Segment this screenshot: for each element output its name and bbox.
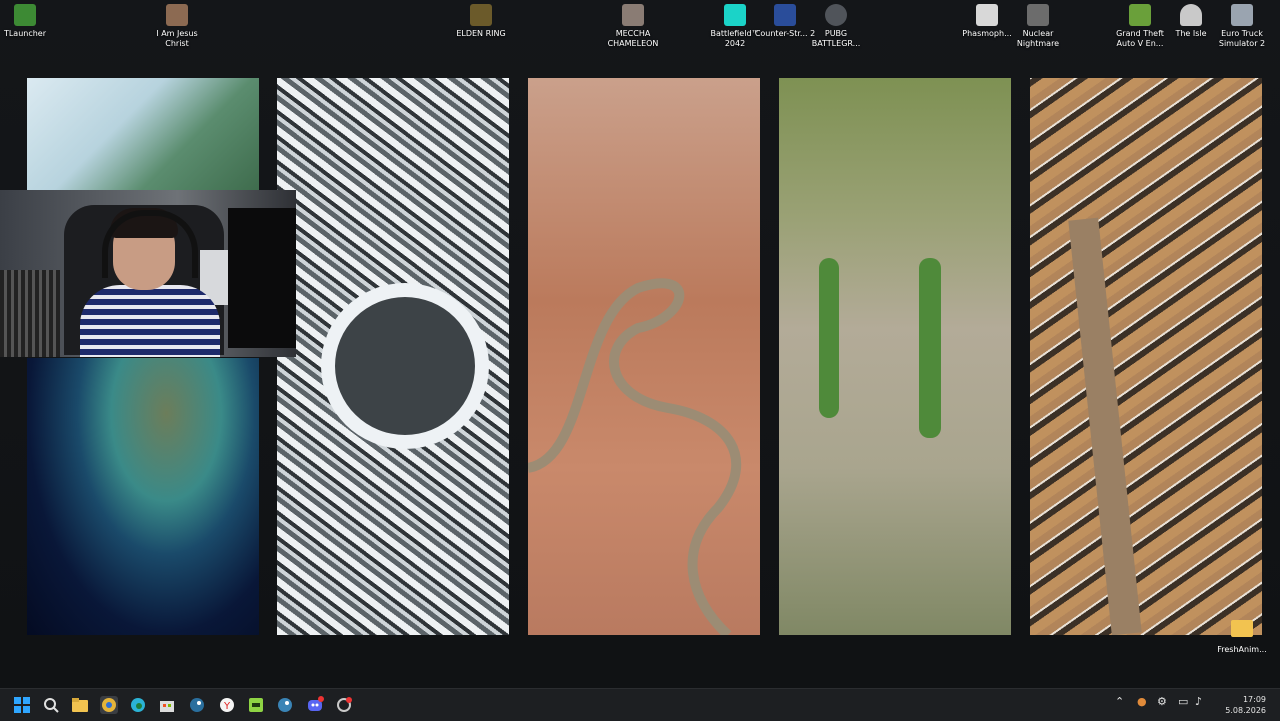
recorder-button[interactable] [335, 696, 353, 714]
tlauncher-icon [14, 4, 36, 26]
mountain-valley-panel [1030, 78, 1262, 635]
crater-lake-panel [277, 78, 509, 635]
desktop: TLauncher I Am Jesus Christ ELDEN RING M… [0, 0, 1280, 688]
live-app-icon [249, 698, 263, 712]
recorder-icon [337, 697, 352, 712]
keyboard-rack [0, 270, 60, 357]
desktop-icon-pubg[interactable]: PUBG BATTLEGR... [804, 4, 868, 49]
phasmophobia-icon [976, 4, 998, 26]
steam-button[interactable] [188, 696, 206, 714]
icon-label: I Am Jesus Christ [156, 29, 198, 48]
webcam-overlay [0, 190, 296, 357]
store-button[interactable] [158, 696, 176, 714]
yandex-button[interactable]: Y [218, 696, 236, 714]
search-icon [44, 698, 59, 713]
nuclear-nightmare-icon [1027, 4, 1049, 26]
desert-river-panel [528, 78, 760, 635]
desktop-icon-i-am-jesus-christ[interactable]: I Am Jesus Christ [145, 4, 209, 49]
search-button[interactable] [42, 696, 60, 714]
desktop-folder-label[interactable]: FreshAnim... [1212, 645, 1272, 654]
discord-button[interactable] [306, 696, 324, 714]
edge-button[interactable] [129, 696, 147, 714]
chrome-button[interactable] [100, 696, 118, 714]
svg-text:Y: Y [223, 701, 231, 712]
microphone-icon[interactable]: ● [1137, 695, 1147, 708]
network-icon[interactable]: ⚙ [1157, 695, 1167, 708]
meccha-chameleon-icon [622, 4, 644, 26]
clock-date: 5.08.2026 [1225, 706, 1266, 715]
clock[interactable]: 17:09 5.08.2026 [1225, 694, 1266, 716]
chrome-icon [102, 698, 116, 712]
folder-icon[interactable] [1231, 620, 1253, 637]
desktop-icon-meccha-chameleon[interactable]: MECCHA CHAMELEON [601, 4, 665, 49]
steam-2-button[interactable] [276, 696, 294, 714]
green-plain-panel [779, 78, 1011, 635]
icon-label: Euro Truck Simulator 2 [1218, 29, 1266, 48]
icon-label: TLauncher [3, 29, 47, 38]
battlefield-icon [724, 4, 746, 26]
icon-label: MECCHA CHAMELEON [607, 29, 659, 48]
windows-logo-icon [14, 697, 30, 713]
edge-icon [131, 698, 145, 712]
store-icon [160, 701, 174, 712]
elden-ring-icon [470, 4, 492, 26]
display-icon[interactable]: ▭ [1178, 695, 1188, 708]
the-isle-icon [1180, 4, 1202, 26]
taskbar: Y ⌃ ● ⚙ ▭ ♪ 17:09 5.08.2026 [0, 688, 1280, 721]
counter-strike-icon [774, 4, 796, 26]
speaker-icon[interactable]: ♪ [1195, 695, 1202, 708]
jesus-game-icon [166, 4, 188, 26]
river-shape [528, 278, 742, 635]
yandex-icon: Y [220, 698, 234, 712]
gta-v-icon [1129, 4, 1151, 26]
pubg-icon [825, 4, 847, 26]
steam-icon [278, 698, 292, 712]
clock-time: 17:09 [1242, 695, 1266, 704]
folder-icon [72, 698, 88, 712]
icon-label: Nuclear Nightmare [1016, 29, 1060, 48]
live-button[interactable] [247, 696, 265, 714]
file-explorer-button[interactable] [71, 696, 89, 714]
start-button[interactable] [13, 696, 31, 714]
chevron-up-icon[interactable]: ⌃ [1115, 695, 1124, 708]
person-shirt [80, 285, 220, 357]
steam-icon [190, 698, 204, 712]
desktop-icon-tlauncher[interactable]: TLauncher [0, 4, 57, 39]
desktop-icon-euro-truck[interactable]: Euro Truck Simulator 2 [1210, 4, 1274, 49]
discord-icon [308, 696, 324, 711]
icon-label: ELDEN RING [456, 29, 506, 38]
monitor [228, 208, 296, 348]
desktop-icon-nuclear-nightmare[interactable]: Nuclear Nightmare [1006, 4, 1070, 49]
euro-truck-icon [1231, 4, 1253, 26]
desktop-icon-elden-ring[interactable]: ELDEN RING [449, 4, 513, 39]
icon-label: PUBG BATTLEGR... [811, 29, 861, 48]
headset [102, 210, 198, 278]
